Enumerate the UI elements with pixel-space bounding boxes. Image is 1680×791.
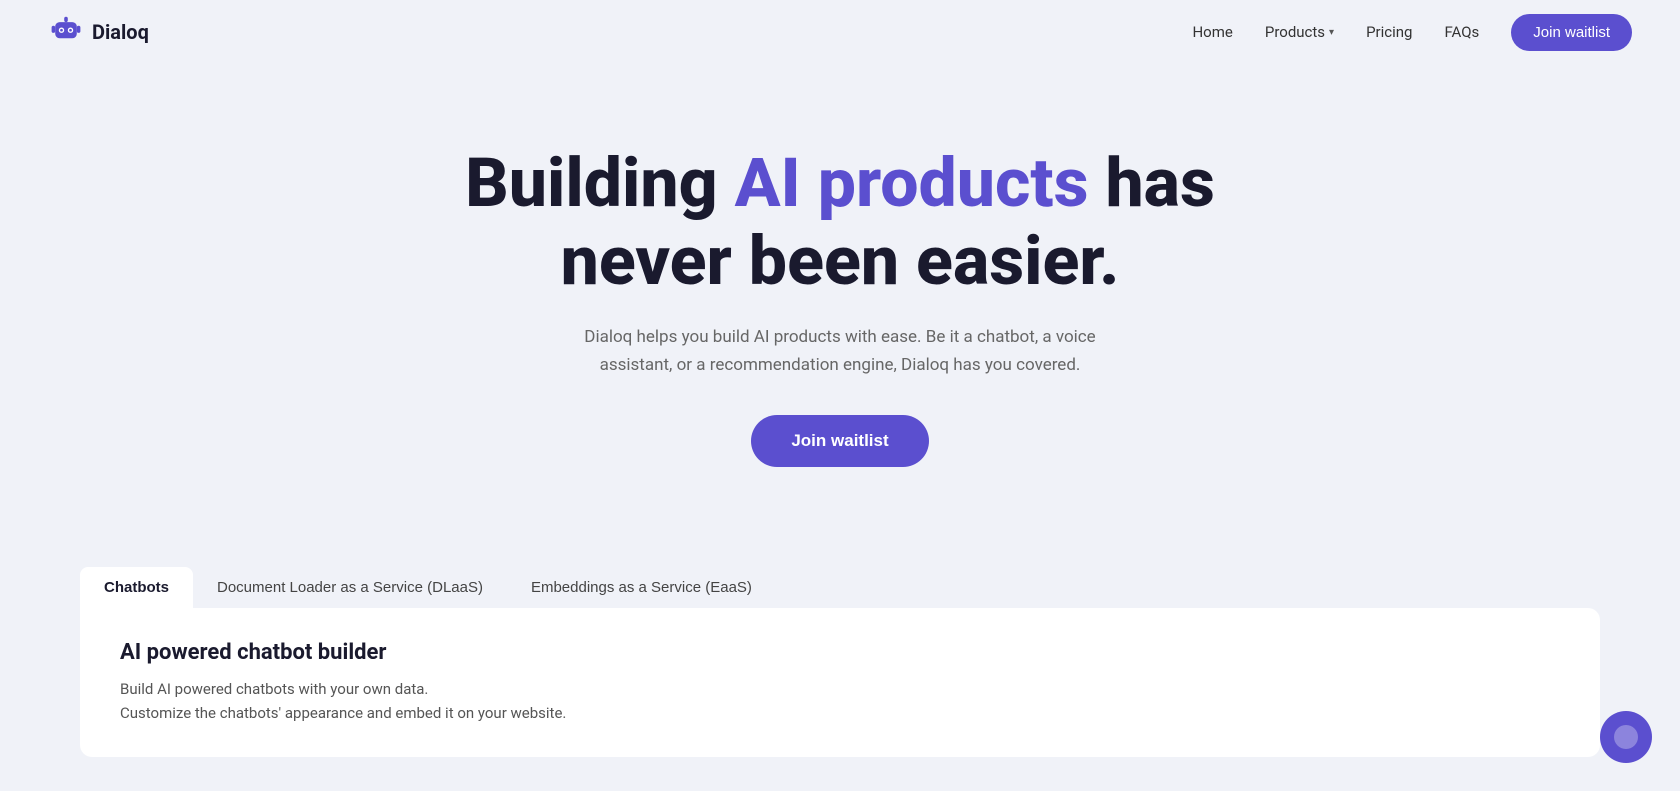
chat-bubble-button[interactable] bbox=[1600, 711, 1652, 763]
content-panel: AI powered chatbot builder Build AI powe… bbox=[80, 608, 1600, 757]
tab-dlaas[interactable]: Document Loader as a Service (DLaaS) bbox=[193, 567, 507, 608]
nav-faqs[interactable]: FAQs bbox=[1444, 23, 1479, 41]
tab-eaas[interactable]: Embeddings as a Service (EaaS) bbox=[507, 567, 776, 608]
tab-chatbots[interactable]: Chatbots bbox=[80, 567, 193, 608]
chevron-down-icon: ▾ bbox=[1329, 27, 1334, 38]
nav-pricing[interactable]: Pricing bbox=[1366, 23, 1412, 41]
hero-subtitle: Dialoq helps you build AI products with … bbox=[580, 324, 1100, 378]
hero-title: Building AI products hasnever been easie… bbox=[465, 144, 1215, 300]
nav-products[interactable]: Products ▾ bbox=[1265, 23, 1334, 41]
logo-icon bbox=[48, 14, 84, 50]
nav-join-waitlist-button[interactable]: Join waitlist bbox=[1511, 14, 1632, 51]
nav-home[interactable]: Home bbox=[1192, 23, 1232, 41]
hero-join-waitlist-button[interactable]: Join waitlist bbox=[751, 415, 928, 467]
tabs-bar: Chatbots Document Loader as a Service (D… bbox=[80, 567, 1600, 608]
hero-section: Building AI products hasnever been easie… bbox=[0, 64, 1680, 527]
navbar: Dialoq Home Products ▾ Pricing FAQs Join… bbox=[0, 0, 1680, 64]
brand-name: Dialoq bbox=[92, 20, 149, 44]
chat-bubble-inner bbox=[1614, 725, 1638, 749]
hero-title-highlight: AI products bbox=[735, 143, 1089, 223]
panel-description: Build AI powered chatbots with your own … bbox=[120, 677, 1560, 725]
logo[interactable]: Dialoq bbox=[48, 14, 149, 50]
nav-links: Home Products ▾ Pricing FAQs Join waitli… bbox=[1192, 14, 1632, 51]
tabs-section: Chatbots Document Loader as a Service (D… bbox=[0, 527, 1680, 757]
panel-title: AI powered chatbot builder bbox=[120, 640, 1560, 665]
hero-title-part1: Building bbox=[465, 143, 734, 223]
